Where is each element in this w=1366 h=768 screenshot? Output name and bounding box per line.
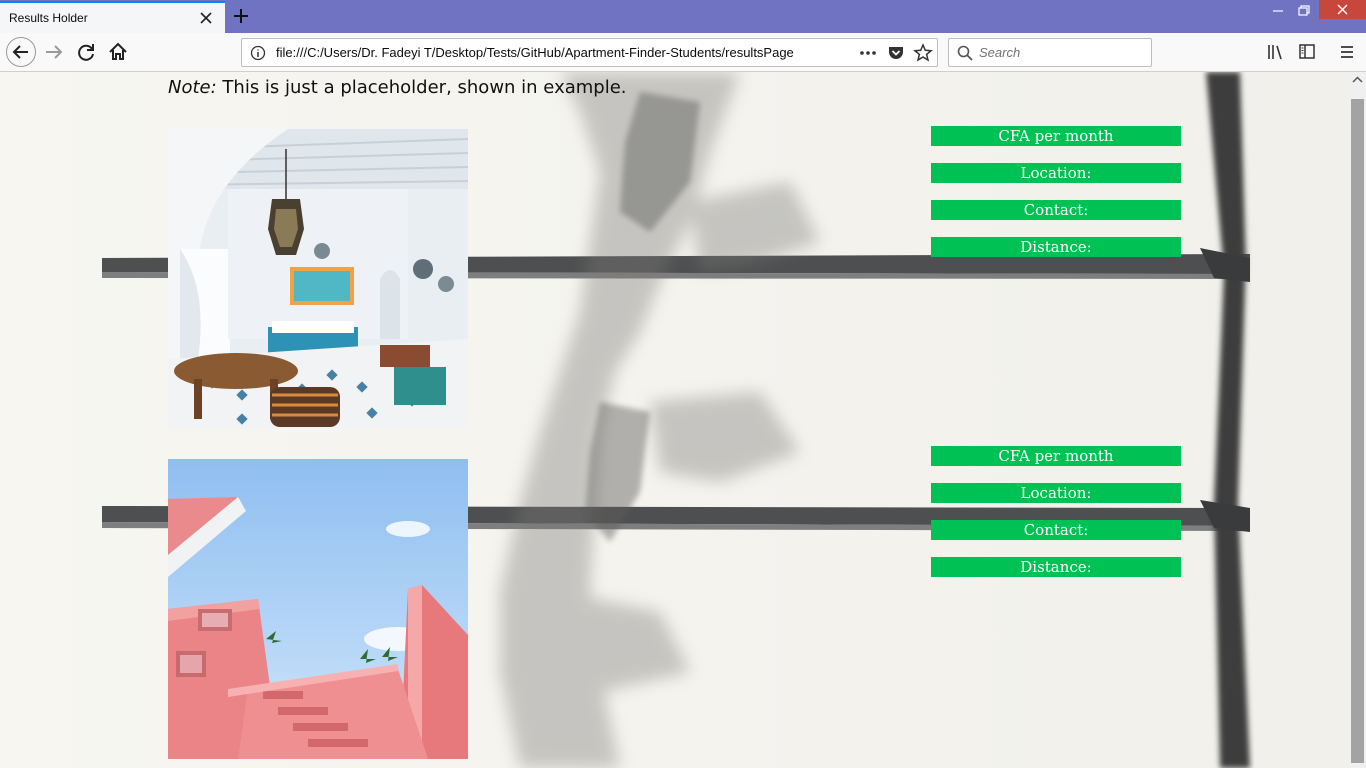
note-label: Note:	[168, 77, 217, 98]
window-close-button[interactable]	[1319, 0, 1366, 19]
reload-icon[interactable]	[72, 38, 100, 66]
vertical-scrollbar[interactable]	[1349, 72, 1366, 768]
back-arrow-icon	[12, 45, 28, 59]
search-bar[interactable]	[948, 38, 1152, 67]
moroccan-living-room-photo[interactable]	[168, 129, 468, 429]
sidebar-icon[interactable]	[1298, 43, 1316, 61]
location-bar: Location:	[931, 483, 1181, 503]
listing-info-2: CFA per month Location: Contact: Distanc…	[931, 446, 1181, 594]
restore-icon[interactable]	[1296, 0, 1312, 22]
pink-building-photo[interactable]	[168, 459, 468, 759]
price-bar: CFA per month	[931, 126, 1181, 146]
navigation-toolbar: file:///C:/Users/Dr. Fadeyi T/Desktop/Te…	[0, 33, 1366, 72]
close-tab-icon[interactable]	[199, 11, 213, 25]
price-bar: CFA per month	[931, 446, 1181, 466]
new-tab-icon[interactable]	[232, 7, 250, 25]
library-icon[interactable]	[1266, 43, 1286, 61]
forward-arrow-icon[interactable]	[40, 38, 68, 66]
url-fade	[802, 41, 828, 64]
location-bar: Location:	[931, 163, 1181, 183]
pocket-icon[interactable]	[887, 44, 905, 62]
minimize-icon[interactable]	[1270, 0, 1286, 22]
menu-icon[interactable]	[1338, 43, 1356, 61]
url-text[interactable]: file:///C:/Users/Dr. Fadeyi T/Desktop/Te…	[276, 45, 824, 60]
note-text: This is just a placeholder, shown in exa…	[216, 77, 627, 98]
page-actions-icon[interactable]	[859, 45, 877, 61]
page-viewport: Note: This is just a placeholder, shown …	[0, 72, 1349, 768]
tab-title: Results Holder	[9, 11, 88, 25]
url-bar[interactable]: file:///C:/Users/Dr. Fadeyi T/Desktop/Te…	[241, 38, 938, 67]
search-icon	[957, 45, 973, 61]
listing-info-1: CFA per month Location: Contact: Distanc…	[931, 126, 1181, 274]
scroll-up-arrow-icon[interactable]	[1349, 72, 1366, 89]
scrollbar-thumb[interactable]	[1351, 99, 1364, 763]
tab-strip: Results Holder	[0, 0, 1366, 33]
bookmark-star-icon[interactable]	[913, 43, 933, 63]
home-icon[interactable]	[104, 38, 132, 66]
tab-results-holder[interactable]: Results Holder	[0, 1, 225, 33]
contact-bar: Contact:	[931, 200, 1181, 220]
search-input[interactable]	[979, 43, 1139, 62]
window-close-icon	[1337, 4, 1348, 15]
distance-bar: Distance:	[931, 237, 1181, 257]
back-button[interactable]	[6, 37, 36, 67]
contact-bar: Contact:	[931, 520, 1181, 540]
distance-bar: Distance:	[931, 557, 1181, 577]
placeholder-note: Note: This is just a placeholder, shown …	[168, 77, 627, 98]
info-icon[interactable]	[250, 45, 266, 61]
